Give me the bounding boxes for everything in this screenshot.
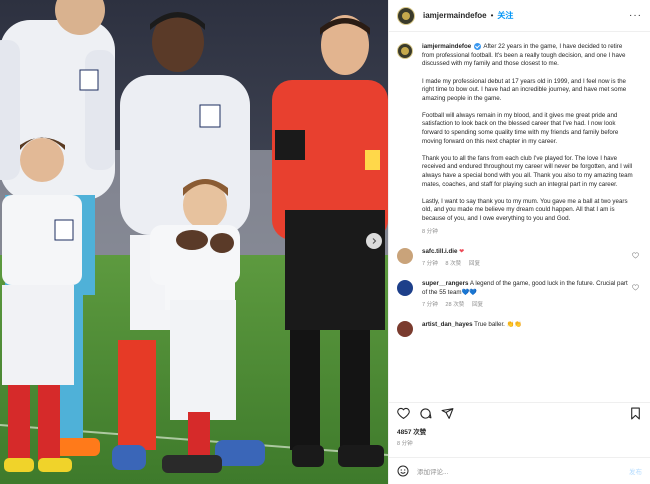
- follow-button[interactable]: 关注: [497, 10, 513, 21]
- author-username[interactable]: iamjermaindefoe: [423, 11, 487, 20]
- post-age: 8 分钟: [397, 441, 413, 447]
- caption-time: 8 分钟: [422, 228, 438, 235]
- smiley-icon[interactable]: [397, 465, 409, 477]
- comment-text: ❤: [459, 248, 465, 256]
- comment-reply-button[interactable]: 回复: [469, 261, 480, 267]
- post-side-panel: iamjermaindefoe • 关注 ··· iamjermaindefoe…: [388, 0, 650, 484]
- comment-username[interactable]: artist_dan_hayes: [422, 321, 473, 328]
- comment-avatar[interactable]: [397, 280, 413, 297]
- comments-scroll-area[interactable]: iamjermaindefoe After 22 years in the ga…: [389, 33, 650, 401]
- verified-badge-icon: [473, 43, 481, 50]
- post-comment-button[interactable]: 发布: [629, 466, 642, 476]
- comment-avatar[interactable]: [397, 321, 413, 338]
- caption-paragraph: Lastly, I want to say thank you to my mu…: [422, 197, 628, 223]
- comment-username[interactable]: safc.till.i.die: [422, 248, 457, 255]
- comment-time: 7 分钟: [422, 301, 438, 308]
- add-comment-bar: 添加评论... 发布: [389, 457, 650, 484]
- comment-reply-button[interactable]: 回复: [472, 302, 483, 308]
- caption-paragraph: Thank you to all the fans from each club…: [422, 154, 633, 188]
- bookmark-icon[interactable]: [629, 407, 642, 420]
- post-action-bar: [389, 402, 650, 424]
- photo-illustration: [0, 0, 388, 484]
- post-header: iamjermaindefoe • 关注 ···: [389, 0, 650, 32]
- caption-paragraph: Football will always remain in my blood,…: [422, 111, 619, 145]
- caption-username[interactable]: iamjermaindefoe: [422, 43, 471, 50]
- comment-like-icon[interactable]: [632, 284, 639, 291]
- heart-outline-icon[interactable]: [397, 407, 410, 420]
- comment-time: 7 分钟: [422, 260, 438, 267]
- comment-item: safc.till.i.die ❤ 7 分钟 8 次赞 回复: [397, 248, 642, 268]
- caption-body: iamjermaindefoe After 22 years in the ga…: [422, 43, 634, 236]
- caption-avatar[interactable]: [397, 43, 413, 59]
- comment-item: artist_dan_hayes True baller. 👏👏: [397, 321, 642, 338]
- speech-bubble-icon[interactable]: [419, 407, 432, 420]
- paper-plane-icon[interactable]: [441, 407, 454, 420]
- comment-item: super__rangers A legend of the game, goo…: [397, 280, 642, 309]
- comment-likes[interactable]: 28 次赞: [445, 302, 464, 308]
- likes-count[interactable]: 4857 次赞: [397, 426, 426, 436]
- separator-dot: •: [490, 11, 494, 20]
- chevron-right-icon: [372, 238, 377, 244]
- comment-input[interactable]: 添加评论...: [417, 466, 448, 476]
- comment-like-icon[interactable]: [632, 252, 639, 259]
- caption: iamjermaindefoe After 22 years in the ga…: [397, 43, 642, 236]
- comment-username[interactable]: super__rangers: [422, 280, 468, 287]
- comment-text: True baller. 👏👏: [474, 321, 523, 329]
- comment-likes[interactable]: 8 次赞: [445, 261, 461, 267]
- post-photo: [0, 0, 388, 484]
- caption-paragraph: I made my professional debut at 17 years…: [422, 77, 627, 102]
- more-options-icon[interactable]: ···: [629, 10, 642, 21]
- comment-avatar[interactable]: [397, 248, 413, 265]
- next-photo-button[interactable]: [366, 233, 382, 249]
- author-avatar[interactable]: [397, 6, 415, 25]
